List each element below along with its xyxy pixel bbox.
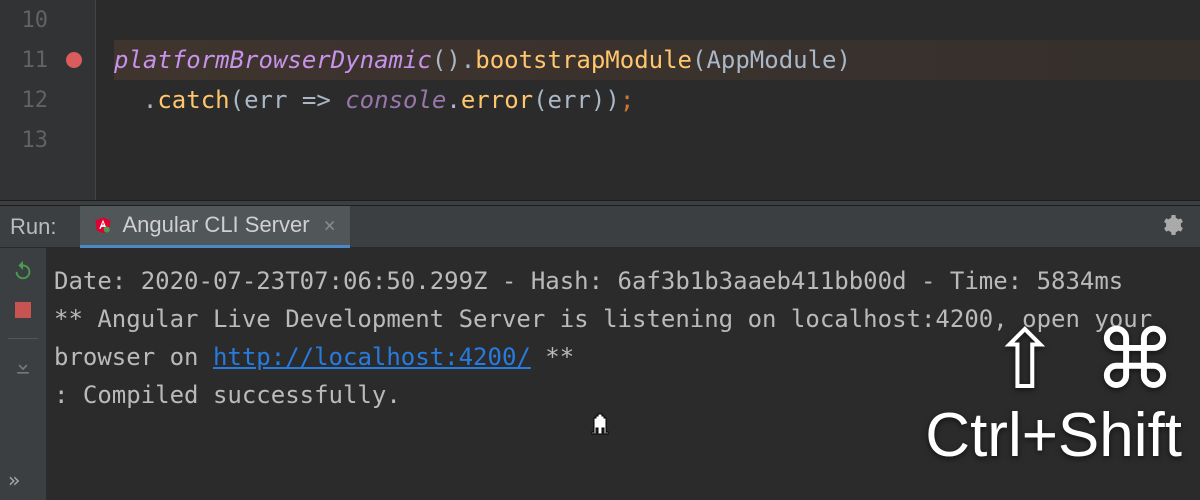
localhost-link[interactable]: http://localhost:4200/ xyxy=(213,343,531,371)
method-call: catch xyxy=(157,86,229,114)
line-number: 12 xyxy=(8,88,48,113)
console-line: : Compiled successfully. xyxy=(54,376,1192,414)
console-line: ** Angular Live Development Server is li… xyxy=(54,300,1192,376)
gutter-row[interactable]: 12 xyxy=(0,80,95,120)
code-line[interactable] xyxy=(114,120,1200,160)
code-editor: 10 11 12 13 platformBrowserDynamic().boo… xyxy=(0,0,1200,200)
method-call: bootstrapModule xyxy=(475,46,692,74)
gutter-row[interactable]: 11 xyxy=(0,40,95,80)
run-label: Run: xyxy=(10,214,56,240)
function-call: platformBrowserDynamic xyxy=(114,46,432,74)
run-panel-header: Run: Angular CLI Server × xyxy=(0,206,1200,248)
code-line[interactable]: .catch(err => console.error(err)); xyxy=(114,80,1200,120)
console-output[interactable]: Date: 2020-07-23T07:06:50.299Z - Hash: 6… xyxy=(46,248,1200,500)
gutter-row[interactable]: 13 xyxy=(0,120,95,160)
expand-button[interactable]: » xyxy=(8,468,20,492)
gutter-row[interactable]: 10 xyxy=(0,0,95,40)
stop-button[interactable] xyxy=(11,298,35,322)
editor-gutter: 10 11 12 13 xyxy=(0,0,96,200)
run-panel-body: Date: 2020-07-23T07:06:50.299Z - Hash: 6… xyxy=(0,248,1200,500)
rerun-button[interactable] xyxy=(11,258,35,282)
line-number: 11 xyxy=(8,48,48,73)
close-icon[interactable]: × xyxy=(324,213,336,237)
toolbar-divider xyxy=(8,338,38,339)
line-number: 13 xyxy=(8,128,48,153)
console-line: Date: 2020-07-23T07:06:50.299Z - Hash: 6… xyxy=(54,262,1192,300)
angular-icon xyxy=(94,216,112,234)
download-button[interactable] xyxy=(11,355,35,379)
run-toolbar xyxy=(0,248,46,500)
stop-icon xyxy=(15,302,31,318)
code-line[interactable]: platformBrowserDynamic().bootstrapModule… xyxy=(114,40,1200,80)
run-tab[interactable]: Angular CLI Server × xyxy=(80,206,349,248)
code-area[interactable]: platformBrowserDynamic().bootstrapModule… xyxy=(96,0,1200,200)
tab-label: Angular CLI Server xyxy=(122,212,309,238)
breakpoint-icon[interactable] xyxy=(66,52,82,68)
cursor-icon xyxy=(588,408,612,449)
gear-icon[interactable] xyxy=(1160,213,1184,241)
code-line[interactable] xyxy=(114,0,1200,40)
line-number: 10 xyxy=(8,8,48,33)
argument: AppModule xyxy=(706,46,836,74)
